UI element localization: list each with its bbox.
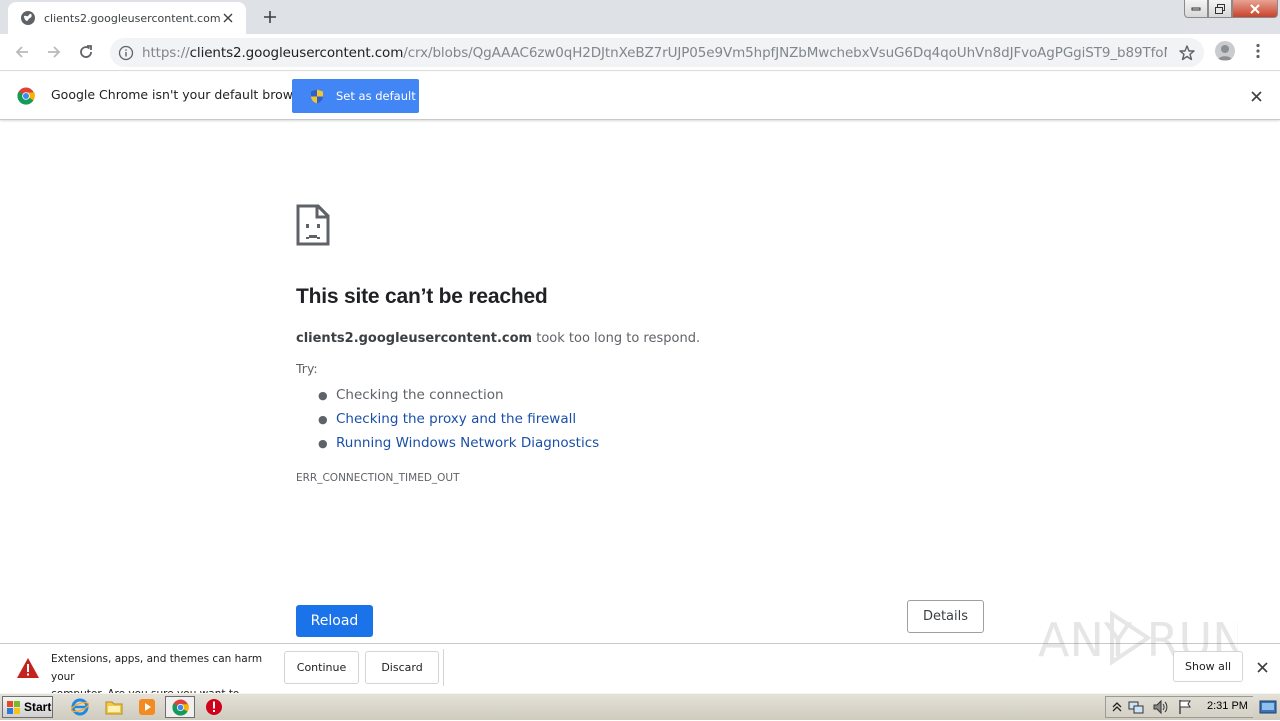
action-center-flag-icon[interactable] bbox=[1177, 699, 1193, 715]
tab-title: clients2.googleusercontent.com bbox=[44, 11, 220, 25]
address-bar[interactable]: https://clients2.googleusercontent.com/c… bbox=[110, 38, 1204, 67]
tab-close-icon[interactable] bbox=[220, 10, 236, 26]
back-button[interactable] bbox=[11, 41, 33, 63]
bookmark-star-icon[interactable] bbox=[1178, 44, 1196, 62]
reload-button[interactable]: Reload bbox=[296, 605, 373, 637]
network-icon[interactable] bbox=[1128, 699, 1144, 715]
volume-icon[interactable] bbox=[1152, 699, 1168, 715]
infobar-close-icon[interactable] bbox=[1248, 88, 1264, 104]
continue-button[interactable]: Continue bbox=[284, 651, 359, 684]
set-as-default-button[interactable]: Set as default bbox=[292, 79, 419, 113]
internet-explorer-icon[interactable] bbox=[70, 697, 90, 717]
tray-expand-icon[interactable] bbox=[1109, 699, 1125, 715]
infobar-message: Google Chrome isn't your default browser bbox=[51, 87, 313, 102]
info-icon[interactable] bbox=[118, 45, 134, 61]
shelf-divider bbox=[443, 649, 444, 686]
stop-sign-icon[interactable] bbox=[204, 697, 224, 717]
url-text[interactable]: https://clients2.googleusercontent.com/c… bbox=[142, 45, 1167, 61]
browser-tab[interactable]: clients2.googleusercontent.com bbox=[8, 2, 246, 34]
start-button[interactable]: Start bbox=[2, 696, 53, 718]
show-desktop-icon[interactable] bbox=[1258, 697, 1278, 717]
reload-icon[interactable] bbox=[75, 41, 97, 63]
error-code: ERR_CONNECTION_TIMED_OUT bbox=[296, 472, 460, 484]
error-description: clients2.googleusercontent.com took too … bbox=[296, 331, 701, 346]
suggestion-item: ● Checking the connection bbox=[318, 387, 504, 403]
suggestion-link-network-diagnostics[interactable]: ● Running Windows Network Diagnostics bbox=[318, 431, 599, 455]
restore-button[interactable] bbox=[1208, 0, 1232, 18]
show-all-button[interactable]: Show all bbox=[1173, 651, 1243, 682]
globe-icon bbox=[20, 10, 36, 26]
details-button[interactable]: Details bbox=[907, 600, 984, 633]
suggestion-list: ● Checking the connection ● Checking the p… bbox=[318, 383, 599, 455]
new-tab-button[interactable] bbox=[260, 7, 280, 27]
suggestion-link-proxy-firewall[interactable]: ● Checking the proxy and the firewall bbox=[318, 407, 599, 431]
try-label: Try: bbox=[296, 361, 318, 376]
minimize-button[interactable] bbox=[1184, 0, 1208, 18]
menu-kebab-icon[interactable] bbox=[1250, 42, 1266, 60]
media-player-icon[interactable] bbox=[137, 697, 157, 717]
window-close-button[interactable] bbox=[1232, 0, 1278, 18]
forward-button[interactable] bbox=[43, 41, 65, 63]
sad-page-icon bbox=[296, 204, 330, 246]
file-explorer-icon[interactable] bbox=[104, 697, 124, 717]
windows-flag-icon bbox=[6, 700, 22, 715]
warning-triangle-icon bbox=[16, 657, 40, 679]
profile-avatar[interactable] bbox=[1215, 41, 1235, 61]
discard-button[interactable]: Discard bbox=[365, 651, 439, 684]
chrome-logo-icon bbox=[17, 87, 35, 105]
error-title: This site can’t be reached bbox=[296, 285, 548, 308]
system-clock[interactable]: 2:31 PM bbox=[1207, 700, 1248, 712]
chrome-taskbar-icon[interactable] bbox=[165, 696, 195, 718]
uac-shield-icon bbox=[310, 89, 324, 104]
shelf-close-icon[interactable] bbox=[1254, 659, 1270, 675]
